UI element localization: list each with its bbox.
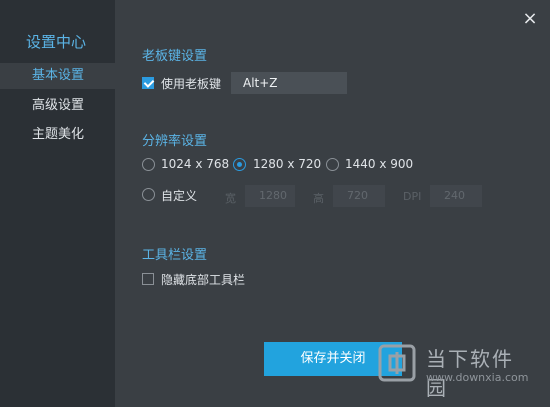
height-input[interactable]: 720: [333, 185, 385, 207]
radio-1024x768[interactable]: [142, 158, 155, 171]
radio-custom-label: 自定义: [161, 189, 198, 203]
boss-key-input[interactable]: Alt+Z: [231, 72, 347, 94]
dpi-input[interactable]: 240: [430, 185, 482, 207]
dpi-label: DPI: [403, 190, 422, 203]
sidebar-item-basic-settings[interactable]: 基本设置: [0, 63, 115, 89]
sidebar-item-advanced-settings[interactable]: 高级设置: [0, 93, 115, 119]
sidebar-title: 设置中心: [26, 33, 87, 51]
boss-key-checkbox-label: 使用老板键: [161, 77, 222, 91]
width-input[interactable]: 1280: [245, 185, 295, 207]
downxia-logo-icon: [378, 344, 416, 382]
watermark: 当下软件园 www.downxia.com: [378, 341, 533, 400]
close-icon[interactable]: ×: [521, 10, 539, 28]
height-label: 高: [313, 192, 324, 205]
radio-custom[interactable]: [142, 188, 155, 201]
width-label: 宽: [225, 192, 236, 205]
radio-1440x900-label: 1440 x 900: [345, 157, 414, 171]
radio-1280x720[interactable]: [233, 158, 246, 171]
radio-1280x720-label: 1280 x 720: [253, 157, 322, 171]
hide-toolbar-checkbox-label: 隐藏底部工具栏: [161, 273, 246, 287]
radio-1024x768-label: 1024 x 768: [161, 157, 230, 171]
hide-toolbar-checkbox[interactable]: [142, 273, 154, 285]
boss-key-checkbox[interactable]: [142, 77, 154, 89]
radio-1440x900[interactable]: [326, 158, 339, 171]
toolbar-section-title: 工具栏设置: [142, 248, 208, 263]
boss-key-section-title: 老板键设置: [142, 49, 208, 64]
watermark-url: www.downxia.com: [426, 371, 529, 384]
sidebar-item-theme[interactable]: 主题美化: [0, 122, 115, 148]
sidebar: 设置中心 基本设置 高级设置 主题美化: [0, 0, 115, 407]
resolution-section-title: 分辨率设置: [142, 134, 208, 149]
